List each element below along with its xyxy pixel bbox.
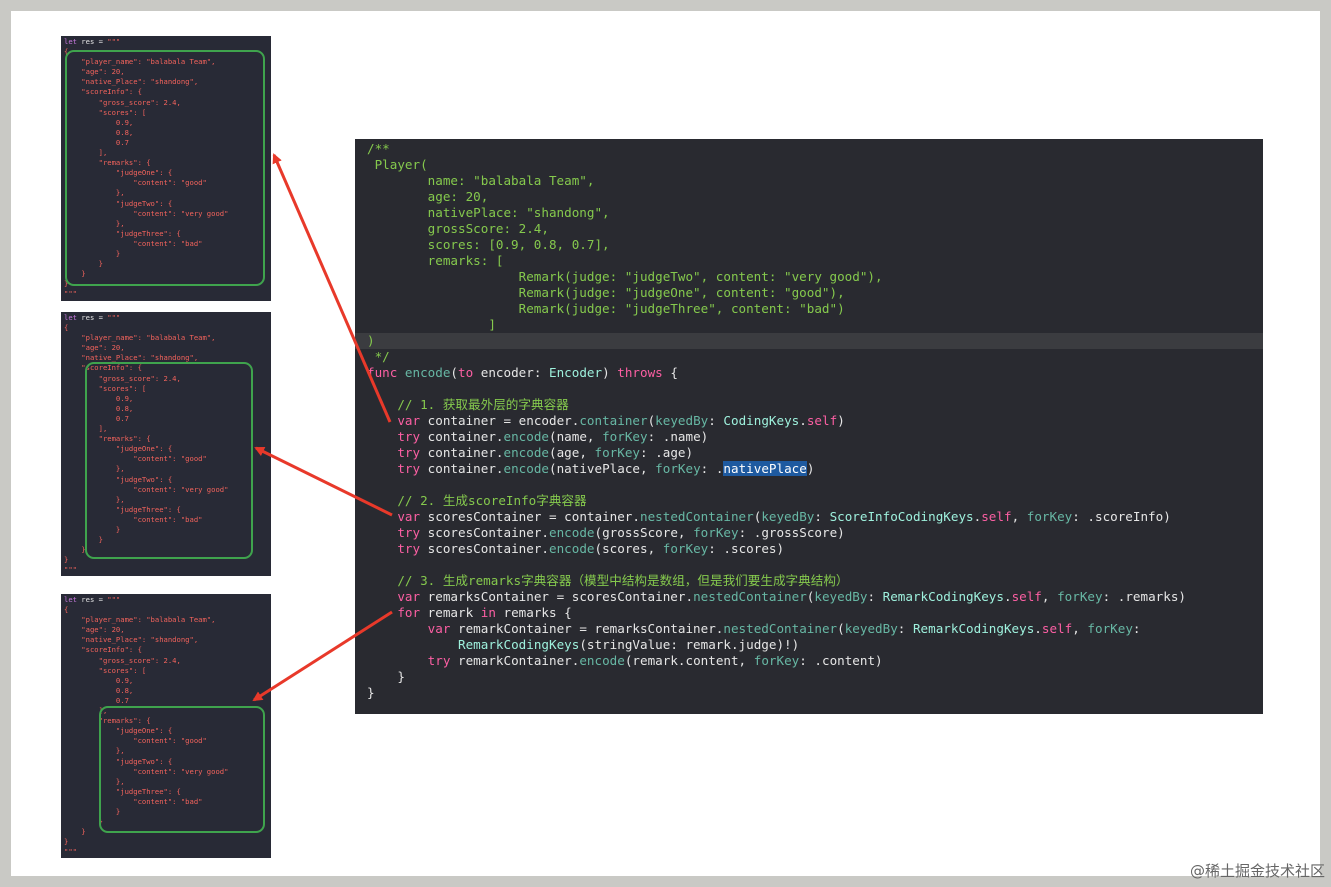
arrow-remarks-to-remarks [252,610,393,702]
arrow-container-to-root [272,153,392,423]
arrow-scores-to-scoreinfo [254,446,393,517]
arrow-layer [252,153,393,702]
watermark: @稀土掘金技术社区 [1189,862,1325,880]
